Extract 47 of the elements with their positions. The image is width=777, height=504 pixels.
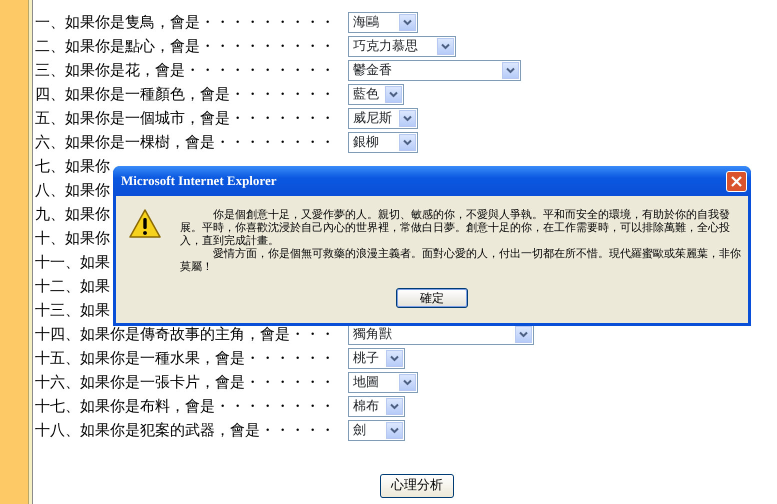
chevron-icon (390, 402, 399, 410)
message-text: 愛情方面，你是個無可救藥的浪漫主義者。面對心愛的人，付出一切都在所不惜。現代羅蜜歐或茱麗葉，非你莫屬！ (180, 247, 742, 273)
answer-dropdown[interactable]: 鬱金香 (348, 60, 521, 80)
close-button[interactable] (726, 170, 747, 192)
question-label: 八、如果你 (35, 180, 110, 201)
question-label: 十五、如果你是一種水果，會是・・・・・・ (35, 348, 336, 369)
question-label: 十八、如果你是犯案的武器，會是・・・・・ (35, 420, 336, 441)
question-label: 五、如果你是一個城市，會是・・・・・・・ (35, 108, 336, 129)
question-label: 九、如果你 (35, 204, 110, 225)
answer-dropdown[interactable]: 桃子 (348, 348, 405, 368)
answer-dropdown[interactable]: 銀柳 (348, 132, 418, 152)
question-label: 十一、如果 (35, 252, 110, 273)
chevron-icon (403, 138, 412, 146)
close-icon (730, 174, 743, 188)
warning-icon (128, 208, 162, 240)
question-label: 四、如果你是一種顏色，會是・・・・・・・ (35, 84, 336, 105)
analyze-button[interactable]: 心理分析 (380, 474, 454, 498)
question-label: 十七、如果你是布料，會是・・・・・・・・ (35, 396, 336, 417)
chevron-icon (390, 426, 399, 434)
chevron-icon (390, 354, 399, 362)
question-label: 六、如果你是一棵樹，會是・・・・・・・・ (35, 132, 336, 153)
question-label: 三、如果你是花，會是・・・・・・・・・・ (35, 60, 336, 81)
chevron-icon (403, 378, 412, 386)
chevron-icon (403, 18, 412, 26)
question-label: 十二、如果 (35, 276, 110, 297)
question-label: 十三、如果 (35, 300, 110, 321)
question-label: 二、如果你是點心，會是・・・・・・・・・ (35, 36, 336, 57)
answer-dropdown[interactable]: 藍色 (348, 84, 404, 104)
question-label: 七、如果你 (35, 156, 110, 177)
question-label: 十四、如果你是傳奇故事的主角，會是・・・ (35, 324, 336, 345)
chevron-icon (519, 330, 528, 338)
question-label: 一、如果你是隻鳥，會是・・・・・・・・・ (35, 12, 336, 33)
answer-dropdown[interactable]: 海鷗 (348, 12, 418, 32)
chevron-icon (441, 42, 450, 50)
answer-dropdown[interactable]: 地圖 (348, 372, 418, 392)
dialog-title: Microsoft Internet Explorer (121, 172, 276, 190)
chevron-icon (403, 114, 412, 122)
ok-button[interactable]: 確定 (396, 288, 468, 308)
answer-dropdown[interactable]: 棉布 (348, 396, 405, 416)
chevron-icon (506, 66, 515, 74)
question-label: 十六、如果你是一張卡片，會是・・・・・・ (35, 372, 336, 393)
message-text: 你是個創意十足，又愛作夢的人。親切、敏感的你，不愛與人爭執。平和而安全的環境，有助於你的自我發展。平時，你喜歡沈浸於自己內心的世界裡，常做白日夢。創意十足的你，在工作需要時，可以排除萬難，全心投入，直到完成計畫。 (180, 208, 731, 247)
answer-dropdown[interactable]: 巧克力慕思 (348, 36, 456, 56)
answer-dropdown[interactable]: 劍 (348, 420, 405, 440)
question-label: 十、如果你 (35, 228, 110, 249)
chevron-icon (389, 90, 398, 98)
answer-dropdown[interactable]: 威尼斯 (348, 108, 418, 128)
